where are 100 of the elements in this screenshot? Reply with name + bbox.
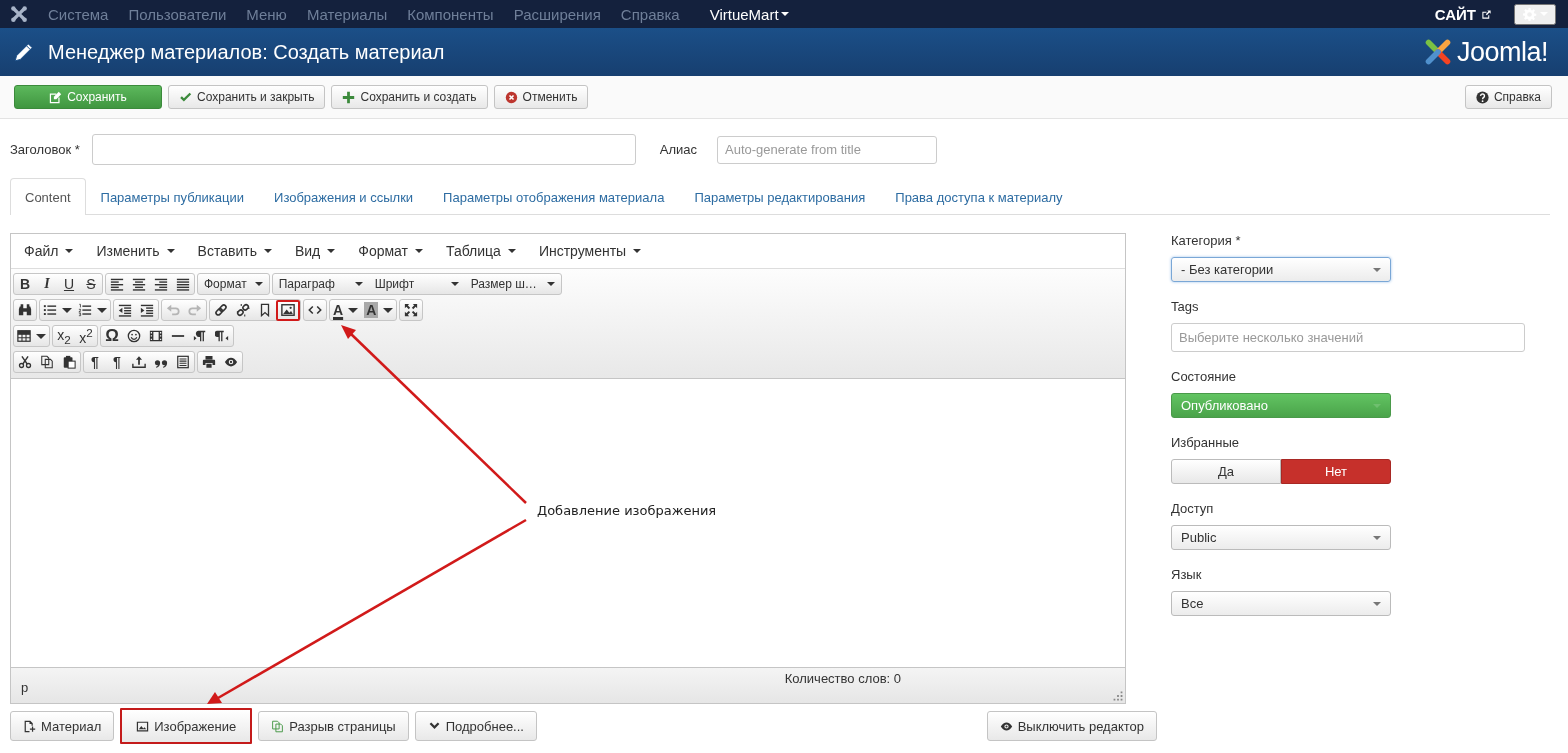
editor-menu[interactable]: Формат — [351, 243, 430, 259]
document-plus-icon — [23, 719, 36, 733]
bold-button[interactable]: ¶ — [106, 352, 128, 372]
bold-button[interactable]: B — [14, 274, 36, 294]
tray-upload-icon — [132, 355, 146, 369]
outdent-icon — [118, 303, 132, 317]
clipboard-icon — [62, 355, 76, 369]
toolbar-button[interactable]: x$^{2}$ — [75, 326, 97, 346]
tab[interactable]: Content — [10, 178, 86, 215]
indent-icon — [140, 303, 154, 317]
editor-menu[interactable]: Изменить — [89, 243, 182, 259]
caret-icon — [1373, 601, 1381, 606]
element-path: p — [21, 680, 29, 695]
table-icon — [17, 329, 31, 343]
caret-icon — [1373, 535, 1381, 540]
field-label: Состояние — [1171, 369, 1237, 384]
toolbar-dropdown[interactable]: Параграф — [272, 274, 369, 294]
external-link-icon — [1481, 8, 1492, 20]
tab[interactable]: Параметры отображения материала — [428, 178, 680, 215]
alias-input[interactable]: Auto-generate from title — [717, 135, 938, 164]
nav-menu-item[interactable]: VirtueMart — [709, 5, 789, 23]
underline-button[interactable]: U — [58, 274, 80, 294]
toolbar-dropdown[interactable]: Размер ш… — [464, 274, 561, 294]
save-and-new-button[interactable]: Сохранить и создать — [331, 85, 488, 109]
plus-icon — [342, 90, 356, 104]
editor-menu[interactable]: Вид — [287, 243, 343, 259]
binoculars-icon — [18, 303, 32, 317]
nav-menu-item[interactable]: Система — [48, 5, 109, 23]
caret-icon — [633, 249, 642, 253]
caret-icon — [1373, 267, 1381, 272]
insert-image-button[interactable]: Изображение — [120, 708, 253, 744]
code-icon — [308, 303, 322, 317]
film-icon — [149, 329, 163, 343]
help-icon — [1475, 90, 1489, 104]
nav-menu-item[interactable]: Компоненты — [407, 5, 494, 23]
field-label: Заголовок * — [10, 142, 80, 157]
cancel-icon — [504, 90, 518, 104]
nav-menu-item[interactable]: Материалы — [306, 5, 388, 23]
read-more-button[interactable]: Подробнее... — [414, 711, 537, 741]
settings-icon — [1522, 6, 1537, 22]
tab[interactable]: Параметры публикации — [85, 178, 260, 215]
smiley-icon — [127, 329, 141, 343]
bold-button[interactable]: ¶ — [84, 352, 106, 372]
strikethrough-button[interactable]: S — [80, 274, 102, 294]
field-label: Избранные — [1171, 435, 1240, 450]
bulleted-list-icon — [43, 303, 57, 317]
toolbar-dropdown[interactable]: Формат — [198, 274, 269, 294]
eye-icon — [999, 719, 1013, 733]
nav-menu-item[interactable]: Расширения — [513, 5, 601, 23]
caret-icon — [354, 282, 363, 286]
logo-icon — [10, 5, 28, 23]
editor-menu[interactable]: Таблица — [439, 243, 523, 259]
field-label: Tags — [1171, 299, 1200, 314]
edit-icon — [49, 90, 63, 104]
pencil-icon — [14, 42, 34, 62]
title-input[interactable] — [91, 134, 636, 165]
dropdown[interactable]: Все — [1171, 591, 1391, 616]
nav-menu-item[interactable]: Пользователи — [128, 5, 227, 23]
insert-article-button[interactable]: Материал — [10, 711, 115, 741]
tags-input[interactable]: Выберите несколько значений — [1171, 323, 1525, 352]
help-button[interactable]: Справка — [1464, 85, 1552, 109]
toolbar-button[interactable]: Ω — [101, 326, 123, 346]
logo-text: Joomla! — [1456, 36, 1548, 68]
toggle-editor-button[interactable]: Выключить редактор — [986, 711, 1157, 741]
editor-menu[interactable]: Инструменты — [531, 243, 649, 259]
eye-icon — [224, 355, 238, 369]
template-icon — [176, 355, 190, 369]
page-break-button[interactable]: Разрыв страницы — [258, 711, 409, 741]
redo-icon — [188, 303, 202, 317]
background-color-button[interactable]: A — [361, 300, 397, 320]
caret-icon — [166, 249, 175, 253]
image-button[interactable] — [276, 299, 300, 321]
dropdown[interactable]: - Без категории — [1171, 257, 1391, 282]
site-link[interactable]: САЙТ — [1434, 5, 1492, 23]
copy-icon — [271, 719, 285, 733]
tab[interactable]: Параметры редактирования — [679, 178, 881, 215]
toolbar-dropdown[interactable]: Шрифт — [368, 274, 465, 294]
pilcrow-left-to-right-icon — [193, 329, 207, 343]
dropdown[interactable]: Public — [1171, 525, 1391, 550]
nav-menu-item[interactable]: Справка — [620, 5, 680, 23]
nav-menu-item[interactable]: Меню — [246, 5, 287, 23]
field-label: Категория * — [1171, 233, 1242, 248]
toggle-option[interactable]: Да — [1171, 459, 1281, 484]
broken-link-icon — [236, 303, 250, 317]
cancel-button[interactable]: Отменить — [493, 85, 589, 109]
caret-icon — [327, 249, 336, 253]
settings-button[interactable] — [1514, 3, 1556, 25]
editor-menu[interactable]: Файл — [17, 243, 81, 259]
tab[interactable]: Изображения и ссылки — [259, 178, 429, 215]
save-and-close-button[interactable]: Сохранить и закрыть — [168, 85, 326, 109]
editor-menu[interactable]: Вставить — [190, 243, 279, 259]
text-color-button[interactable]: A — [330, 300, 362, 320]
caret-icon — [546, 282, 555, 286]
caret-icon — [1373, 403, 1381, 408]
toggle-option[interactable]: Нет — [1281, 459, 1391, 484]
pilcrow-right-to-left-icon — [215, 329, 229, 343]
tab[interactable]: Права доступа к материалу — [880, 178, 1078, 215]
italic-button[interactable]: I — [36, 274, 58, 294]
toolbar-button[interactable]: x$_{2}$ — [53, 326, 75, 346]
printer-icon — [202, 355, 216, 369]
